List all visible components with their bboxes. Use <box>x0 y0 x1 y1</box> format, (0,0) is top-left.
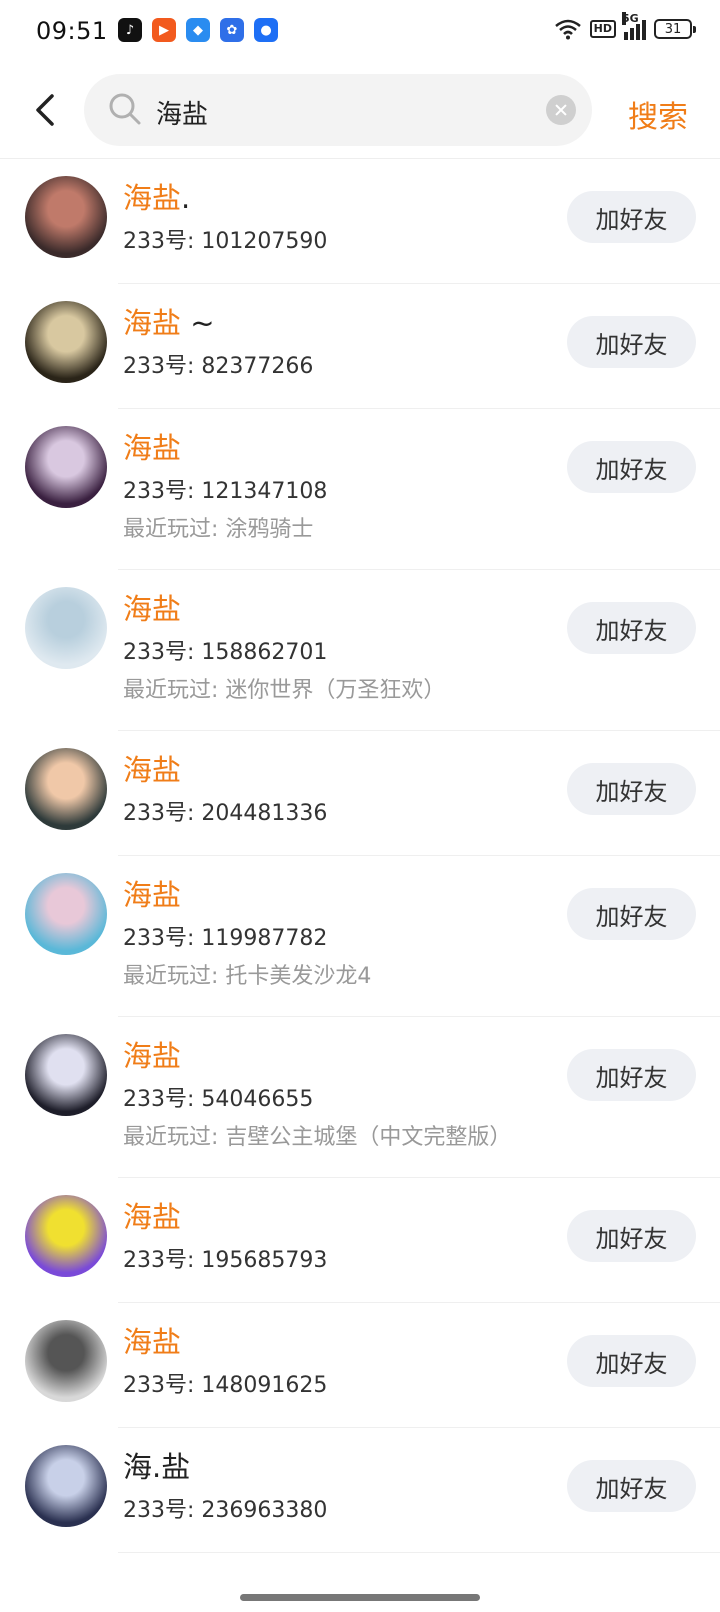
name-highlight: 海盐 <box>123 878 182 912</box>
battery-icon: 31 <box>654 19 696 39</box>
avatar[interactable] <box>25 873 107 955</box>
avatar[interactable] <box>25 176 107 258</box>
divider <box>118 1552 720 1553</box>
back-arrow-icon[interactable] <box>28 90 68 130</box>
search-icon <box>109 93 141 125</box>
result-item[interactable]: 海盐 233号: 54046655 最近玩过: 吉壁公主城堡（中文完整版） 加好友 <box>0 1017 720 1178</box>
avatar[interactable] <box>25 426 107 508</box>
result-item[interactable]: 海盐 ~233号: 82377266 加好友 <box>0 284 720 409</box>
name-rest: 海.盐 <box>123 1450 191 1484</box>
user-id: 233号: 204481336 <box>123 801 328 826</box>
search-query: 海盐 <box>156 100 209 130</box>
search-input[interactable]: 海盐 <box>84 74 592 146</box>
user-id: 233号: 236963380 <box>123 1498 328 1523</box>
user-name: 海.盐 <box>123 1444 190 1486</box>
avatar[interactable] <box>25 1445 107 1527</box>
add-friend-button[interactable]: 加好友 <box>567 888 696 940</box>
user-name: 海盐 <box>123 1033 181 1075</box>
name-highlight: 海盐 <box>123 592 182 626</box>
add-friend-button[interactable]: 加好友 <box>567 602 696 654</box>
user-id: 233号: 54046655 <box>123 1087 314 1112</box>
signal-icon: 5G <box>622 12 646 40</box>
status-time: 09:51 <box>36 17 108 45</box>
result-item[interactable]: 海盐 233号: 158862701 最近玩过: 迷你世界（万圣狂欢） 加好友 <box>0 570 720 731</box>
name-highlight: 海盐 <box>123 306 182 340</box>
blue-app-icon: ◆ <box>186 18 210 42</box>
clear-icon[interactable] <box>546 95 576 125</box>
name-highlight: 海盐 <box>123 1039 182 1073</box>
avatar[interactable] <box>25 1034 107 1116</box>
wifi-icon <box>554 19 581 40</box>
status-bar: 09:51 ♪ ▶ ◆ ✿ ● HD 5G 31 <box>0 0 720 64</box>
name-highlight: 海盐 <box>123 1325 182 1359</box>
result-item[interactable]: 海.盐 233号: 236963380 加好友 <box>0 1428 720 1553</box>
name-highlight: 海盐 <box>123 431 182 465</box>
hd-icon: HD <box>589 20 616 38</box>
user-id: 233号: 158862701 <box>123 640 328 665</box>
result-item[interactable]: 海盐 233号: 121347108 最近玩过: 涂鸦骑士 加好友 <box>0 409 720 570</box>
kuaishou-icon: ▶ <box>152 18 176 42</box>
name-rest: . <box>181 181 191 215</box>
user-id: 233号: 121347108 <box>123 479 328 504</box>
avatar[interactable] <box>25 1320 107 1402</box>
user-id: 233号: 101207590 <box>123 229 328 254</box>
user-name: 海盐 <box>123 1194 181 1236</box>
search-header: 海盐 搜索 <box>0 74 720 156</box>
name-rest: ~ <box>181 306 215 340</box>
recently-played: 最近玩过: 迷你世界（万圣狂欢） <box>123 678 446 703</box>
user-id: 233号: 82377266 <box>123 354 314 379</box>
add-friend-button[interactable]: 加好友 <box>567 1335 696 1387</box>
result-item[interactable]: 海盐 233号: 204481336 加好友 <box>0 731 720 856</box>
result-item[interactable]: 海盐 233号: 195685793 加好友 <box>0 1178 720 1303</box>
add-friend-button[interactable]: 加好友 <box>567 763 696 815</box>
add-friend-button[interactable]: 加好友 <box>567 1049 696 1101</box>
home-indicator <box>240 1594 480 1601</box>
avatar[interactable] <box>25 748 107 830</box>
notification-icons: ♪ ▶ ◆ ✿ ● <box>118 18 278 42</box>
user-id: 233号: 148091625 <box>123 1373 328 1398</box>
result-item[interactable]: 海盐 233号: 148091625 加好友 <box>0 1303 720 1428</box>
user-name: 海盐. <box>123 175 190 217</box>
name-highlight: 海盐 <box>123 753 182 787</box>
search-button[interactable]: 搜索 <box>628 92 688 136</box>
name-highlight: 海盐 <box>123 181 182 215</box>
recently-played: 最近玩过: 吉壁公主城堡（中文完整版） <box>123 1125 512 1150</box>
add-friend-button[interactable]: 加好友 <box>567 191 696 243</box>
baidu-icon: ✿ <box>220 18 244 42</box>
avatar[interactable] <box>25 587 107 669</box>
add-friend-button[interactable]: 加好友 <box>567 316 696 368</box>
avatar[interactable] <box>25 1195 107 1277</box>
add-friend-button[interactable]: 加好友 <box>567 441 696 493</box>
recently-played: 最近玩过: 托卡美发沙龙4 <box>123 964 372 989</box>
user-name: 海盐 ~ <box>123 300 215 342</box>
recently-played: 最近玩过: 涂鸦骑士 <box>123 517 314 542</box>
results-list: 海盐. 233号: 101207590 加好友 海盐 ~233号: 82377266 加… <box>0 159 720 1553</box>
status-indicators: HD 5G 31 <box>554 12 696 40</box>
name-highlight: 海盐 <box>123 1200 182 1234</box>
network-type: 5G <box>622 12 639 25</box>
battery-level: 31 <box>664 21 682 37</box>
user-name: 海盐 <box>123 425 181 467</box>
add-friend-button[interactable]: 加好友 <box>567 1460 696 1512</box>
add-friend-button[interactable]: 加好友 <box>567 1210 696 1262</box>
user-name: 海盐 <box>123 586 181 628</box>
avatar[interactable] <box>25 301 107 383</box>
user-id: 233号: 195685793 <box>123 1248 328 1273</box>
user-id: 233号: 119987782 <box>123 926 328 951</box>
tiktok-icon: ♪ <box>118 18 142 42</box>
result-item[interactable]: 海盐. 233号: 101207590 加好友 <box>0 159 720 284</box>
blue-circle-app-icon: ● <box>254 18 278 42</box>
user-name: 海盐 <box>123 872 181 914</box>
user-name: 海盐 <box>123 1319 181 1361</box>
result-item[interactable]: 海盐 233号: 119987782 最近玩过: 托卡美发沙龙4 加好友 <box>0 856 720 1017</box>
user-name: 海盐 <box>123 747 181 789</box>
